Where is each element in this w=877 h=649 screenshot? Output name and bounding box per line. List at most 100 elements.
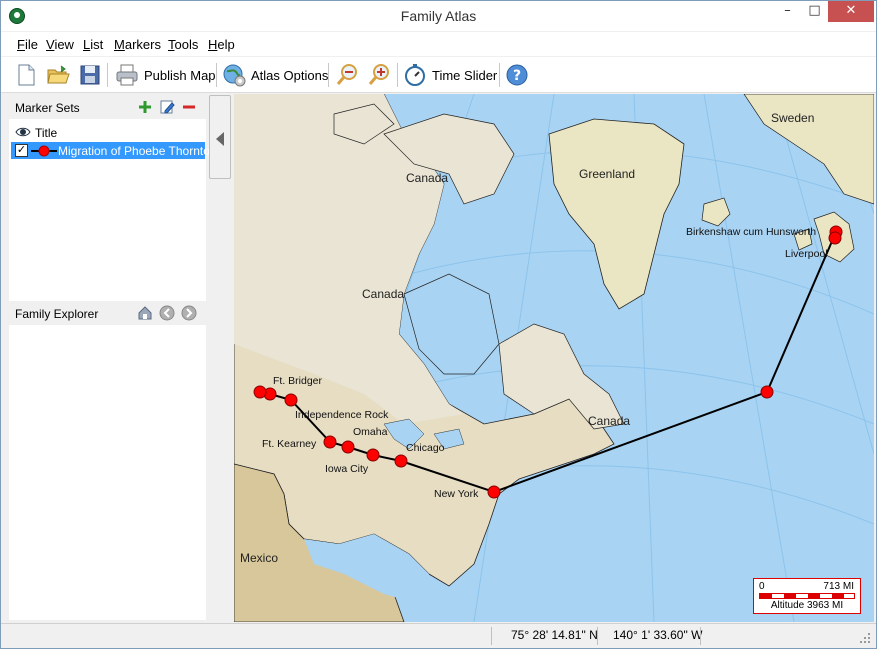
menu-list-label: List bbox=[83, 37, 104, 52]
new-file-button[interactable] bbox=[13, 61, 39, 89]
menu-help-label: Help bbox=[208, 37, 235, 52]
marker-sets-header: Marker Sets bbox=[9, 95, 206, 119]
marker-atlantic[interactable] bbox=[760, 385, 774, 399]
menu-tools[interactable]: Tools bbox=[168, 37, 198, 52]
place-label-ft-bridger: Ft. Bridger bbox=[273, 375, 323, 387]
help-button[interactable]: ? bbox=[504, 61, 530, 89]
status-divider bbox=[491, 627, 492, 645]
svg-text:?: ? bbox=[513, 68, 521, 84]
migration-label: Migration of Phoebe Thornton bbox=[58, 144, 217, 158]
collapse-arrow-icon bbox=[216, 132, 224, 146]
forward-arrow-icon[interactable] bbox=[181, 305, 197, 321]
open-file-button[interactable] bbox=[45, 61, 71, 89]
save-disk-icon bbox=[80, 65, 100, 85]
marker-ft-kearney[interactable] bbox=[323, 435, 337, 449]
status-bar: 75° 28' 14.81" N 140° 1' 33.60" W bbox=[1, 623, 876, 648]
menu-tools-label: Tools bbox=[168, 37, 199, 52]
marker-set-title-label: Title bbox=[35, 126, 58, 140]
marker-chicago[interactable] bbox=[394, 454, 408, 468]
place-label-new-york: New York bbox=[434, 488, 479, 500]
zoom-out-icon bbox=[336, 64, 357, 85]
menu-help[interactable]: Help bbox=[208, 37, 235, 52]
menu-bar: File View List Markers Tools Help bbox=[1, 32, 876, 56]
route-marker-icon bbox=[31, 145, 57, 157]
back-arrow-icon[interactable] bbox=[159, 305, 175, 321]
marker-ft-bridger-west[interactable] bbox=[253, 385, 267, 399]
marker-omaha[interactable] bbox=[341, 440, 355, 454]
new-file-icon bbox=[18, 64, 35, 86]
scale-altitude: Altitude 3963 MI bbox=[770, 600, 844, 611]
marker-set-title-row[interactable]: Title bbox=[11, 124, 206, 141]
publish-map-button[interactable]: Publish Map bbox=[114, 61, 216, 89]
publish-map-label: Publish Map bbox=[144, 67, 216, 83]
home-icon[interactable] bbox=[137, 305, 153, 321]
place-label-ft-kearney: Ft. Kearney bbox=[262, 438, 317, 450]
marker-set-migration-row[interactable]: ✓ Migration of Phoebe Thornton bbox=[11, 142, 217, 159]
map-canvas[interactable]: Canada Greenland Sweden Canada Canada Me… bbox=[234, 94, 874, 622]
atlas-options-label: Atlas Options bbox=[251, 67, 329, 83]
place-label-birkenshaw: Birkenshaw cum Hunsworth bbox=[686, 226, 816, 238]
toolbar-separator bbox=[107, 63, 108, 87]
menu-file[interactable]: File bbox=[17, 37, 38, 52]
resize-grip-icon[interactable] bbox=[859, 632, 871, 644]
toolbar-separator bbox=[499, 63, 500, 87]
title-bar[interactable]: Family Atlas – □ ✕ bbox=[1, 1, 876, 31]
zoom-in-icon bbox=[368, 64, 389, 85]
family-explorer-title: Family Explorer bbox=[15, 307, 99, 321]
status-latitude: 75° 28' 14.81" N bbox=[511, 628, 598, 642]
atlas-options-button[interactable]: Atlas Options bbox=[221, 61, 328, 89]
marker-liverpool[interactable] bbox=[828, 231, 842, 245]
region-label-sweden: Sweden bbox=[771, 111, 814, 125]
map-scale-box: 0 713 MI Altitude 3963 MI bbox=[753, 578, 861, 614]
zoom-in-button[interactable] bbox=[366, 61, 392, 89]
scale-zero: 0 bbox=[759, 581, 765, 592]
stopwatch-icon bbox=[405, 64, 425, 86]
maximize-button[interactable]: □ bbox=[801, 1, 828, 22]
remove-icon[interactable] bbox=[181, 99, 197, 115]
marker-iowa-city[interactable] bbox=[366, 448, 380, 462]
menu-file-label: File bbox=[17, 37, 38, 52]
greenland-land bbox=[548, 118, 685, 310]
collapse-panel-button[interactable] bbox=[209, 95, 231, 179]
region-label-canada-east: Canada bbox=[588, 414, 630, 428]
edit-icon[interactable] bbox=[159, 99, 175, 115]
left-panel: Marker Sets Title ✓ Migration of Phoebe … bbox=[9, 95, 217, 620]
toolbar: Publish Map Atlas Options Time Slider ? bbox=[1, 57, 876, 93]
place-label-independence-rock: Independence Rock bbox=[295, 409, 389, 421]
open-folder-icon bbox=[47, 65, 70, 84]
place-label-iowa-city: Iowa City bbox=[325, 463, 369, 475]
window-title: Family Atlas bbox=[400, 8, 477, 24]
time-slider-button[interactable]: Time Slider bbox=[402, 61, 497, 89]
region-label-canada-main: Canada bbox=[362, 287, 404, 301]
menu-view-label: View bbox=[46, 37, 74, 52]
scale-bar bbox=[759, 593, 855, 599]
menu-markers[interactable]: Markers bbox=[114, 37, 161, 52]
place-label-liverpool: Liverpool bbox=[785, 248, 828, 260]
globe-settings-icon bbox=[223, 64, 246, 87]
migration-checkbox[interactable]: ✓ bbox=[15, 144, 28, 157]
minimize-button[interactable]: – bbox=[774, 1, 801, 22]
family-explorer-header: Family Explorer bbox=[9, 301, 206, 325]
scale-distance: 713 MI bbox=[823, 581, 854, 592]
marker-sets-title: Marker Sets bbox=[15, 101, 80, 115]
map-view[interactable]: Canada Greenland Sweden Canada Canada Me… bbox=[234, 94, 874, 622]
place-label-chicago: Chicago bbox=[406, 442, 445, 454]
status-divider bbox=[700, 627, 701, 645]
menu-list[interactable]: List bbox=[83, 37, 103, 52]
menu-view[interactable]: View bbox=[46, 37, 74, 52]
marker-new-york[interactable] bbox=[487, 485, 501, 499]
region-label-greenland: Greenland bbox=[579, 167, 635, 181]
toolbar-separator bbox=[328, 63, 329, 87]
eye-icon[interactable] bbox=[15, 125, 31, 139]
add-icon[interactable] bbox=[137, 99, 153, 115]
zoom-out-button[interactable] bbox=[334, 61, 360, 89]
time-slider-label: Time Slider bbox=[432, 67, 498, 83]
save-button[interactable] bbox=[77, 61, 103, 89]
marker-independence-rock[interactable] bbox=[284, 393, 298, 407]
status-longitude: 140° 1' 33.60" W bbox=[613, 628, 703, 642]
region-label-mexico: Mexico bbox=[240, 551, 278, 565]
place-label-omaha: Omaha bbox=[353, 426, 388, 438]
app-window: Family Atlas – □ ✕ File View List Marker… bbox=[0, 0, 877, 649]
close-button[interactable]: ✕ bbox=[828, 1, 874, 22]
region-label-canada-north: Canada bbox=[406, 171, 448, 185]
